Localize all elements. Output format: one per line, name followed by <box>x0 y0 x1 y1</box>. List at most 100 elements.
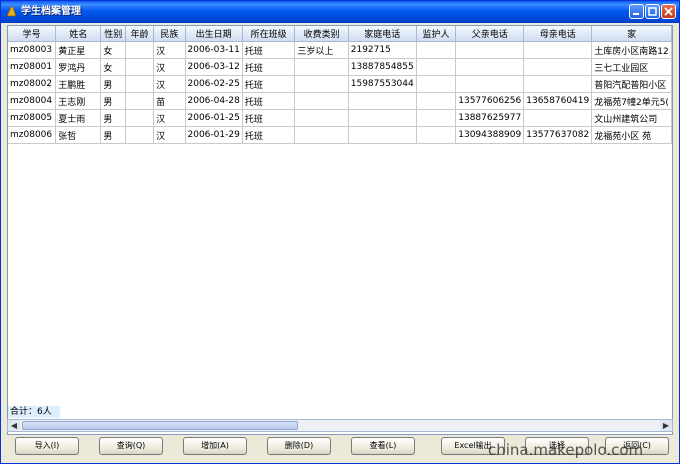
maximize-button[interactable] <box>645 4 660 19</box>
table-cell <box>416 92 457 110</box>
table-row[interactable]: mz08005 夏士雨男 汉 2006-01-25 托班 13887625977 文山州建筑… <box>8 109 672 127</box>
table-cell: 2192715 <box>348 41 417 59</box>
table-cell <box>294 126 349 144</box>
delete-button[interactable]: 删除(D) <box>267 437 331 455</box>
table-cell: 13887625977 <box>455 109 525 127</box>
scroll-right-icon[interactable]: ▶ <box>660 420 672 431</box>
table-cell <box>416 75 457 93</box>
table-cell: 托班 <box>242 92 296 110</box>
query-button[interactable]: 查询(Q) <box>99 437 163 455</box>
table-cell: 13094388909 <box>455 126 525 144</box>
column-header[interactable]: 姓名 <box>55 26 102 42</box>
table-cell: mz08005 <box>8 109 57 127</box>
column-header[interactable]: 家庭电话 <box>348 26 417 42</box>
student-table: 学号 姓名 性别 年龄 民族 出生日期 所在班级 收费类别 家庭电话 监护人 父亲电话 母亲电话家 m… <box>8 26 672 144</box>
student-grid[interactable]: 学号 姓名 性别 年龄 民族 出生日期 所在班级 收费类别 家庭电话 监护人 父亲电话 母亲电话家 m… <box>7 25 673 435</box>
table-cell <box>125 41 155 59</box>
table-cell <box>125 109 155 127</box>
table-row[interactable]: mz08002 王鹏胜男 汉 2006-02-25 托班 15987553044 普阳汽配普… <box>8 75 672 93</box>
view-button[interactable]: 查看(L) <box>351 437 415 455</box>
table-row[interactable]: mz08004 王志刚男 苗 2006-04-28 托班 13577606256 13658… <box>8 92 672 110</box>
horizontal-scrollbar[interactable]: ◀ ▶ <box>7 419 673 432</box>
column-header[interactable]: 家 <box>591 26 672 42</box>
column-header[interactable]: 监护人 <box>416 26 457 42</box>
add-button[interactable]: 增加(A) <box>183 437 247 455</box>
table-cell <box>125 92 155 110</box>
table-cell: 王志刚 <box>55 92 102 110</box>
table-cell: 2006-01-25 <box>185 109 243 127</box>
table-cell: 文山州建筑公司 <box>591 109 672 127</box>
table-cell: 15987553044 <box>348 75 417 93</box>
table-cell: 托班 <box>242 75 296 93</box>
table-cell: 龙福苑小区 苑 <box>591 126 672 144</box>
table-cell: mz08002 <box>8 75 57 93</box>
column-header[interactable]: 年龄 <box>125 26 155 42</box>
table-cell <box>455 58 525 76</box>
table-cell: 汉 <box>153 109 186 127</box>
table-cell: 13577606256 <box>455 92 525 110</box>
import-button[interactable]: 导入(I) <box>15 437 79 455</box>
column-header[interactable]: 学号 <box>8 26 57 42</box>
table-cell: 三七工业园区 <box>591 58 672 76</box>
column-header[interactable]: 出生日期 <box>185 26 243 42</box>
table-cell: 托班 <box>242 126 296 144</box>
table-cell <box>294 75 349 93</box>
table-cell: 张哲 <box>55 126 102 144</box>
column-header[interactable]: 父亲电话 <box>455 26 525 42</box>
table-cell: 女 <box>100 41 127 59</box>
column-header[interactable]: 母亲电话 <box>523 26 593 42</box>
table-cell: mz08003 <box>8 41 57 59</box>
table-cell: 13658760419 <box>523 92 593 110</box>
table-cell: 女 <box>100 58 127 76</box>
scroll-thumb[interactable] <box>22 421 298 430</box>
minimize-button[interactable] <box>629 4 644 19</box>
table-cell: 托班 <box>242 109 296 127</box>
table-cell: mz08001 <box>8 58 57 76</box>
close-button[interactable] <box>661 4 676 19</box>
table-cell: 2006-03-11 <box>185 41 243 59</box>
table-cell: 汉 <box>153 58 186 76</box>
watermark: china.makepolo.com <box>488 441 644 459</box>
table-cell <box>416 109 457 127</box>
table-cell: mz08006 <box>8 126 57 144</box>
table-cell: 王鹏胜 <box>55 75 102 93</box>
table-row[interactable]: mz08003 黄正星女 汉 2006-03-11 托班 三岁以上 2192715 土库房小区… <box>8 41 672 59</box>
main-window: 学生档案管理 学号 姓名 性别 年龄 民族 出生日期 所在班级 收费类别 家庭电话 监护人 父亲电话… <box>0 0 680 464</box>
table-cell: 汉 <box>153 41 186 59</box>
title-bar[interactable]: 学生档案管理 <box>1 1 679 23</box>
column-header[interactable]: 所在班级 <box>242 26 296 42</box>
column-header[interactable]: 性别 <box>100 26 127 42</box>
table-cell: 龙福苑7幢2单元5( <box>591 92 672 110</box>
table-cell <box>125 75 155 93</box>
table-cell <box>523 109 593 127</box>
close-icon <box>664 7 673 16</box>
table-cell: 黄正星 <box>55 41 102 59</box>
table-cell: 汉 <box>153 75 186 93</box>
table-row[interactable]: mz08001 罗鸿丹女 汉 2006-03-12 托班 13887854855 三七工业园… <box>8 58 672 76</box>
table-cell: mz08004 <box>8 92 57 110</box>
maximize-icon <box>648 7 657 16</box>
table-cell <box>294 92 349 110</box>
scroll-left-icon[interactable]: ◀ <box>8 420 20 431</box>
table-cell <box>523 75 593 93</box>
table-cell <box>455 75 525 93</box>
window-title: 学生档案管理 <box>21 6 81 17</box>
table-cell <box>523 41 593 59</box>
table-cell: 托班 <box>242 58 296 76</box>
table-cell: 2006-02-25 <box>185 75 243 93</box>
table-cell: 男 <box>100 126 127 144</box>
table-cell <box>348 126 417 144</box>
table-cell: 托班 <box>242 41 296 59</box>
table-cell <box>455 41 525 59</box>
table-cell <box>523 58 593 76</box>
table-cell: 男 <box>100 75 127 93</box>
column-header[interactable]: 民族 <box>153 26 186 42</box>
table-row[interactable]: mz08006 张哲男 汉 2006-01-29 托班 13094388909 135776… <box>8 126 672 144</box>
table-cell: 男 <box>100 109 127 127</box>
column-header[interactable]: 收费类别 <box>294 26 349 42</box>
table-cell <box>348 92 417 110</box>
total-count: 合计：6人 <box>8 406 60 418</box>
table-cell: 罗鸿丹 <box>55 58 102 76</box>
minimize-icon <box>633 13 639 15</box>
table-cell <box>416 126 457 144</box>
